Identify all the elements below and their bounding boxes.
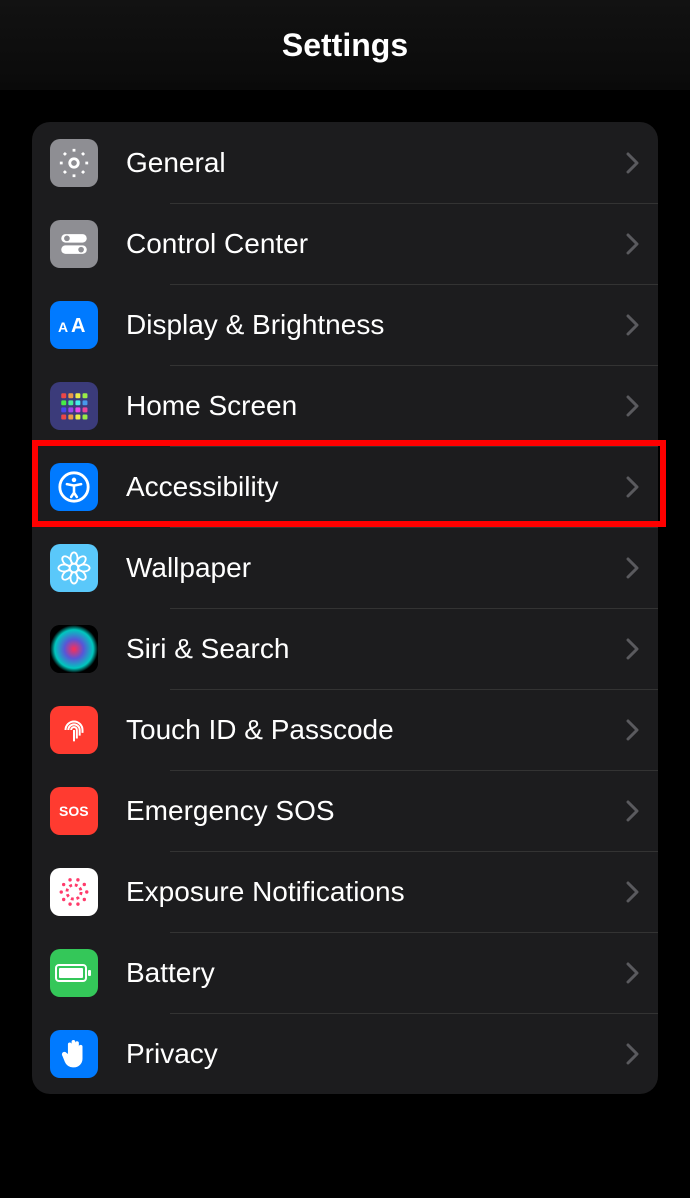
fingerprint-icon <box>50 706 98 754</box>
siri-icon <box>50 625 98 673</box>
settings-row-label: General <box>126 147 626 179</box>
toggles-icon <box>50 220 98 268</box>
settings-row-label: Exposure Notifications <box>126 876 626 908</box>
chevron-right-icon <box>626 151 640 175</box>
exposure-icon <box>50 868 98 916</box>
flower-icon <box>50 544 98 592</box>
chevron-right-icon <box>626 637 640 661</box>
settings-row-general[interactable]: General <box>32 122 658 203</box>
settings-row-display-brightness[interactable]: AA Display & Brightness <box>32 284 658 365</box>
settings-row-label: Privacy <box>126 1038 626 1070</box>
settings-row-label: Emergency SOS <box>126 795 626 827</box>
svg-text:A: A <box>71 315 85 337</box>
chevron-right-icon <box>626 1042 640 1066</box>
page-title: Settings <box>282 27 408 64</box>
svg-text:SOS: SOS <box>59 803 89 819</box>
settings-row-battery[interactable]: Battery <box>32 932 658 1013</box>
settings-row-label: Touch ID & Passcode <box>126 714 626 746</box>
accessibility-icon <box>50 463 98 511</box>
battery-icon <box>50 949 98 997</box>
chevron-right-icon <box>626 799 640 823</box>
settings-row-accessibility[interactable]: Accessibility <box>32 446 658 527</box>
settings-row-touchid-passcode[interactable]: Touch ID & Passcode <box>32 689 658 770</box>
settings-row-exposure-notifications[interactable]: Exposure Notifications <box>32 851 658 932</box>
settings-row-wallpaper[interactable]: Wallpaper <box>32 527 658 608</box>
settings-row-emergency-sos[interactable]: SOS Emergency SOS <box>32 770 658 851</box>
settings-row-label: Control Center <box>126 228 626 260</box>
settings-list: General Control Center AA Display & Brightn… <box>32 122 658 1094</box>
settings-row-label: Display & Brightness <box>126 309 626 341</box>
chevron-right-icon <box>626 961 640 985</box>
svg-text:A: A <box>58 319 68 335</box>
settings-row-label: Battery <box>126 957 626 989</box>
settings-row-control-center[interactable]: Control Center <box>32 203 658 284</box>
settings-row-label: Wallpaper <box>126 552 626 584</box>
chevron-right-icon <box>626 880 640 904</box>
app-grid-icon <box>50 382 98 430</box>
chevron-right-icon <box>626 232 640 256</box>
settings-row-siri-search[interactable]: Siri & Search <box>32 608 658 689</box>
settings-row-label: Accessibility <box>126 471 626 503</box>
chevron-right-icon <box>626 475 640 499</box>
settings-row-label: Home Screen <box>126 390 626 422</box>
settings-row-home-screen[interactable]: Home Screen <box>32 365 658 446</box>
settings-row-privacy[interactable]: Privacy <box>32 1013 658 1094</box>
chevron-right-icon <box>626 394 640 418</box>
chevron-right-icon <box>626 718 640 742</box>
chevron-right-icon <box>626 556 640 580</box>
sos-icon: SOS <box>50 787 98 835</box>
settings-header: Settings <box>0 0 690 90</box>
chevron-right-icon <box>626 313 640 337</box>
hand-icon <box>50 1030 98 1078</box>
settings-row-label: Siri & Search <box>126 633 626 665</box>
gear-icon <box>50 139 98 187</box>
aa-icon: AA <box>50 301 98 349</box>
